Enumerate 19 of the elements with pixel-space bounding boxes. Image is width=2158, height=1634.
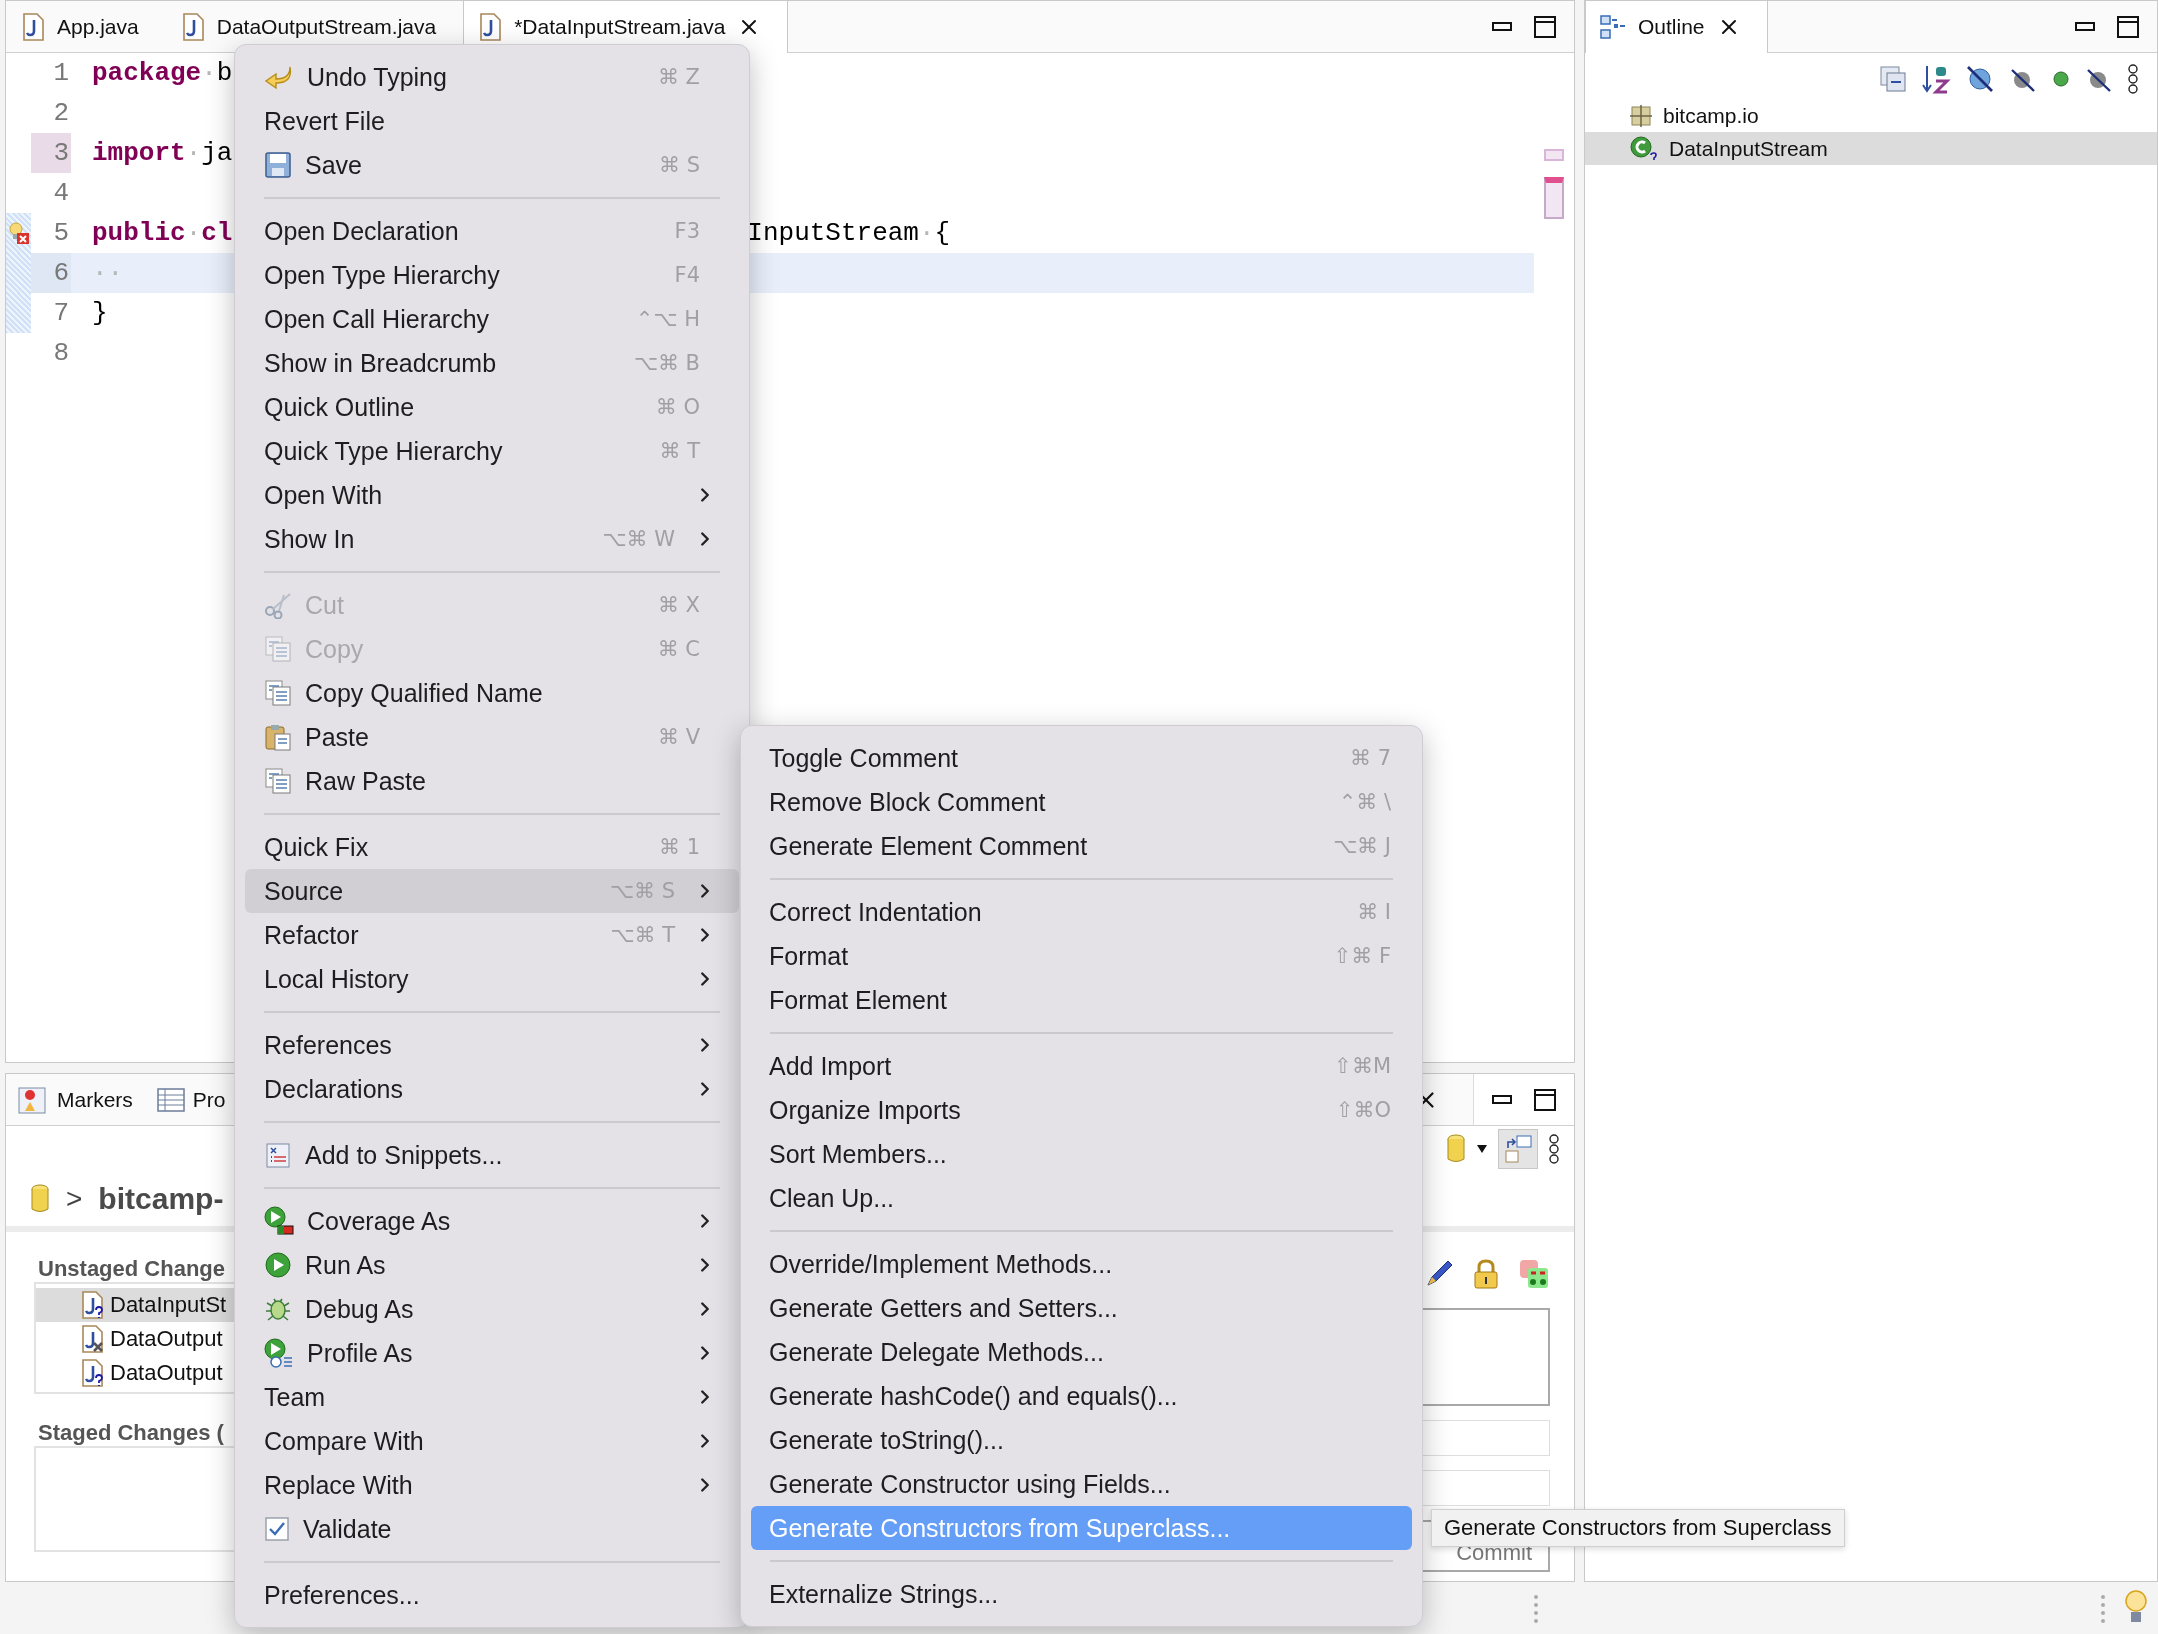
line-number: 3: [31, 133, 71, 173]
code-text: public·cl: [92, 218, 233, 248]
section-title: Unstaged Change: [38, 1256, 226, 1282]
line-number: 4: [52, 177, 70, 210]
repository-name: bitcamp-: [98, 1182, 224, 1216]
code-text: import·ja: [92, 138, 233, 168]
line-number: 7: [52, 297, 70, 330]
tooltip: Generate Constructors from Superclass: [1431, 1509, 1845, 1547]
line-number: 6: [31, 253, 71, 293]
line-number: 2: [52, 97, 70, 130]
code-text: package·b: [92, 58, 233, 88]
breadcrumb-arrow: >: [66, 1183, 83, 1215]
code-text: InputStream·{: [747, 218, 951, 248]
line-number: 5: [52, 217, 70, 250]
line-number: 8: [52, 337, 70, 370]
code-text: ··: [92, 258, 124, 288]
code-text: }: [92, 298, 108, 328]
section-title: Staged Changes (: [38, 1420, 224, 1446]
line-number: 1: [52, 57, 70, 90]
